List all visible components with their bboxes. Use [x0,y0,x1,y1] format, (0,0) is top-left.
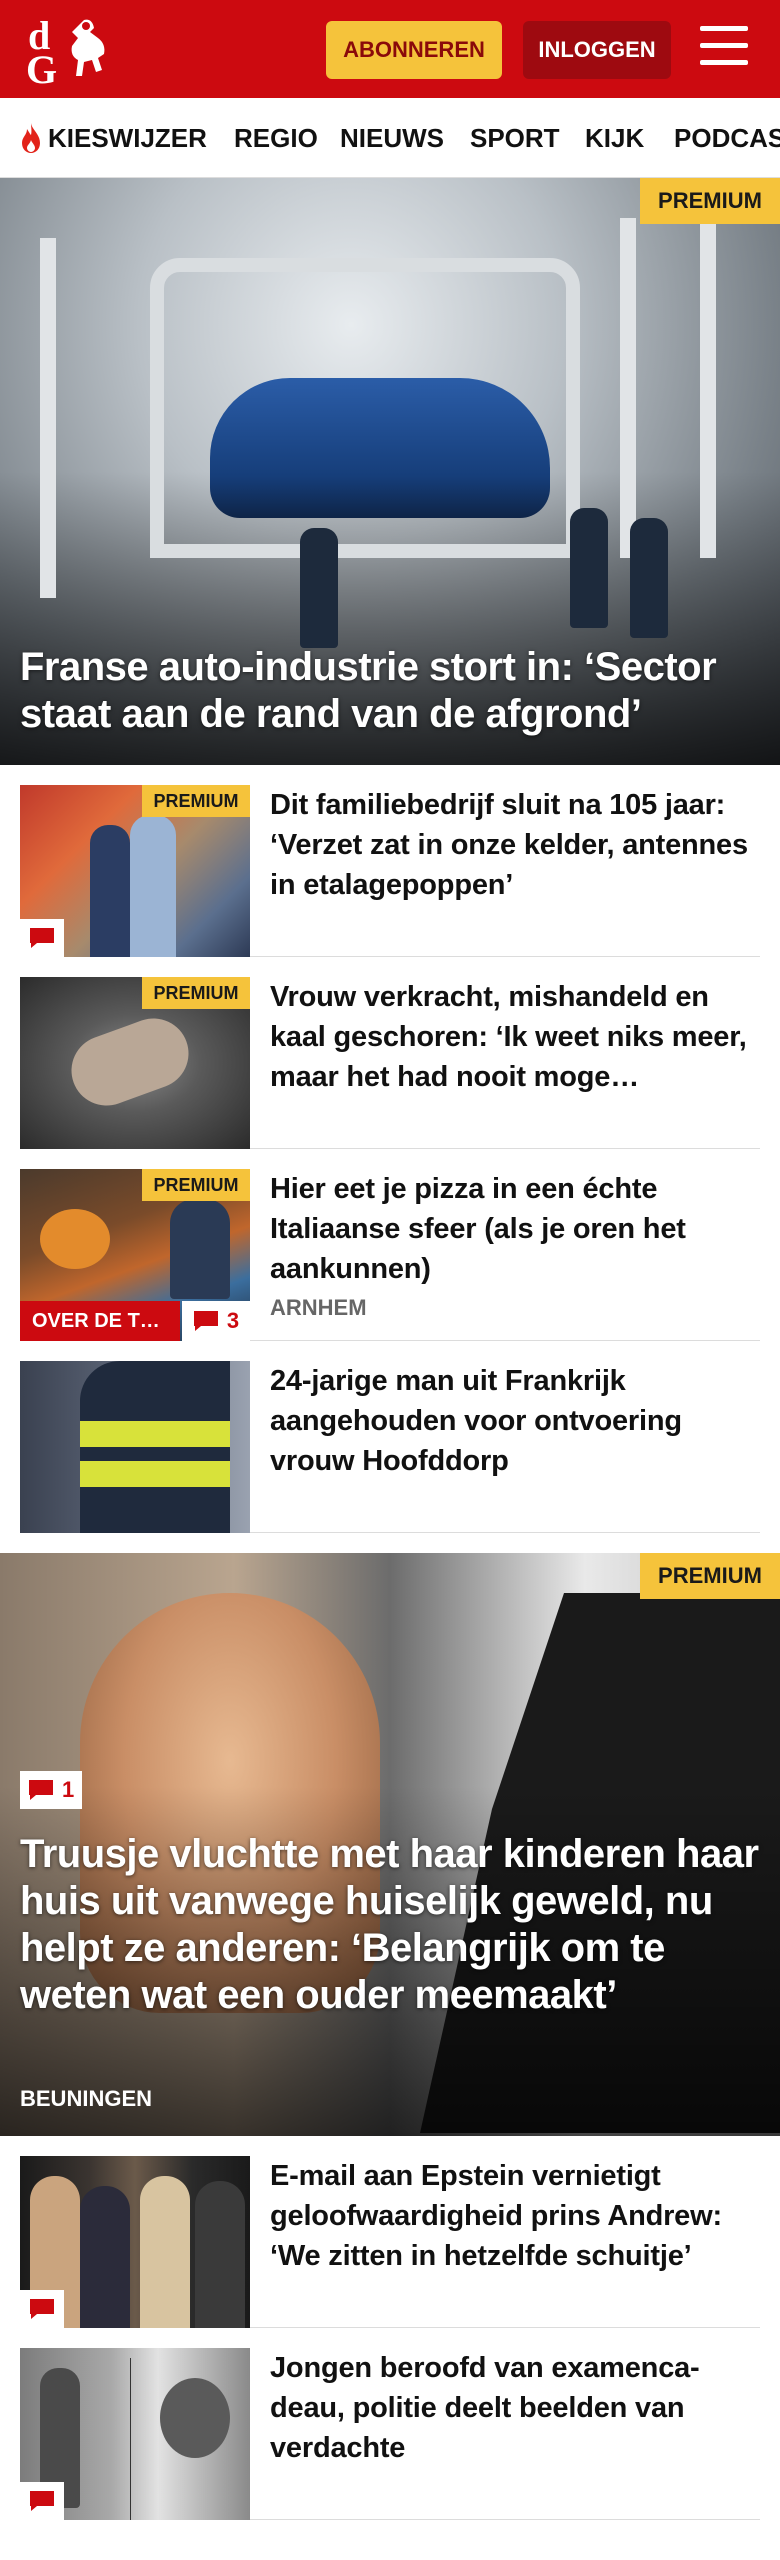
hero-article[interactable]: PREMIUM Franse auto-industrie stort in: … [0,178,780,765]
article-title[interactable]: Dit familiebedrijf sluit na 105 jaar: ‘V… [270,785,760,905]
featured-title[interactable]: Truusje vluchtte met haar kinderen haar … [20,1831,770,2019]
hero-image-worker [300,528,338,648]
thumb-figure [195,2181,245,2328]
article-thumbnail [20,1361,250,1533]
article-thumbnail: PREMIUM [20,977,250,1149]
logo-letter-g: G [26,47,58,92]
location-tag: BEUNINGEN [20,2086,153,2111]
thumb-officer [80,1361,230,1533]
login-button[interactable]: INLOGGEN [523,21,671,79]
list-item[interactable]: E-mail aan Epstein vernietigt geloofwaar… [20,2136,760,2328]
article-thumbnail [20,2156,250,2328]
location-tag: ARNHEM [270,1295,367,1320]
hero-image-worker [570,508,608,628]
thumb-figure [140,2176,190,2328]
premium-badge: PREMIUM [142,977,250,1009]
comment-button[interactable] [20,919,64,957]
premium-badge: PREMIUM [640,178,780,224]
hero-image-post [620,218,636,558]
thumb-oven [40,1209,110,1269]
thumb-figure [170,1199,230,1299]
thumb-stripe [80,1461,230,1487]
nav-item-regio[interactable]: REGIO [234,98,318,177]
flame-icon [22,123,40,153]
article-title[interactable]: Vrouw verkracht, mishandeld en kaal gesc… [270,977,760,1097]
nav-item-nieuws[interactable]: NIEUWS [340,98,444,177]
comment-button[interactable]: 3 [182,1301,250,1341]
article-thumbnail: PREMIUM [20,785,250,957]
comment-icon [30,2491,54,2511]
site-logo[interactable]: d G [20,12,116,92]
nav-label-kieswijzer: KIESWIJZER [48,122,207,153]
comment-icon [193,1311,218,1331]
list-item[interactable]: PREMIUM Vrouw verkracht, mishandeld en k… [20,957,760,1149]
hero-image-car [210,378,550,518]
thumb-hand [61,1008,199,1116]
article-title[interactable]: E-mail aan Epstein vernietigt geloofwaar… [270,2156,760,2276]
comment-icon [29,1780,53,1800]
comment-button[interactable] [20,2482,64,2520]
thumb-figure [90,825,130,957]
hero-title[interactable]: Franse auto-industrie stort in: ‘Sector … [20,644,770,738]
comment-count: 1 [62,1777,75,1802]
comment-icon [30,2299,54,2319]
article-title[interactable]: 24-jarige man uit Frankrijk aangehouden … [270,1361,760,1481]
article-title[interactable]: Hier eet je pizza in een échte Italiaans… [270,1169,760,1289]
premium-badge: PREMIUM [142,785,250,817]
thumb-stripe [80,1421,230,1447]
article-thumbnail [20,2348,250,2520]
thumb-figure [130,815,176,957]
article-thumbnail: PREMIUM OVER DE T… 3 [20,1169,250,1341]
comment-icon [30,928,54,948]
logo-horse-rider-icon [71,19,105,77]
topic-label[interactable]: OVER DE T… [20,1301,180,1341]
list-item[interactable]: Jongen beroofd van examenca-deau, politi… [20,2328,760,2520]
featured-article[interactable]: PREMIUM 1 Truusje vluchtte met haar kind… [0,1553,780,2136]
hero-image-post [700,218,716,558]
hero-image-post [40,238,56,598]
list-item[interactable]: PREMIUM Dit familiebedrijf sluit na 105 … [20,765,760,957]
comment-count: 3 [226,1308,240,1333]
nav-item-podcast[interactable]: PODCAS [674,98,780,177]
thumb-figure [160,2378,230,2458]
article-title[interactable]: Jongen beroofd van examenca-deau, politi… [270,2348,760,2468]
hero-image-worker [630,518,668,638]
site-header: d G ABONNEREN INLOGGEN [0,0,780,98]
premium-badge: PREMIUM [142,1169,250,1201]
premium-badge: PREMIUM [640,1553,780,1599]
thumb-divider [130,2358,131,2520]
main-nav: KIESWIJZER REGIO NIEUWS SPORT KIJK PODCA… [0,98,780,178]
thumb-figure [80,2186,130,2328]
menu-icon[interactable] [700,26,752,70]
list-item[interactable]: 24-jarige man uit Frankrijk aangehouden … [20,1341,760,1533]
comment-button[interactable]: 1 [20,1771,83,1809]
list-item[interactable]: PREMIUM OVER DE T… 3 Hier eet je pizza i… [20,1149,760,1341]
nav-item-sport[interactable]: SPORT [470,98,560,177]
subscribe-button[interactable]: ABONNEREN [326,21,502,79]
nav-item-kieswijzer[interactable]: KIESWIJZER [18,98,207,177]
nav-item-kijk[interactable]: KIJK [585,98,644,177]
comment-button[interactable] [20,2290,64,2328]
